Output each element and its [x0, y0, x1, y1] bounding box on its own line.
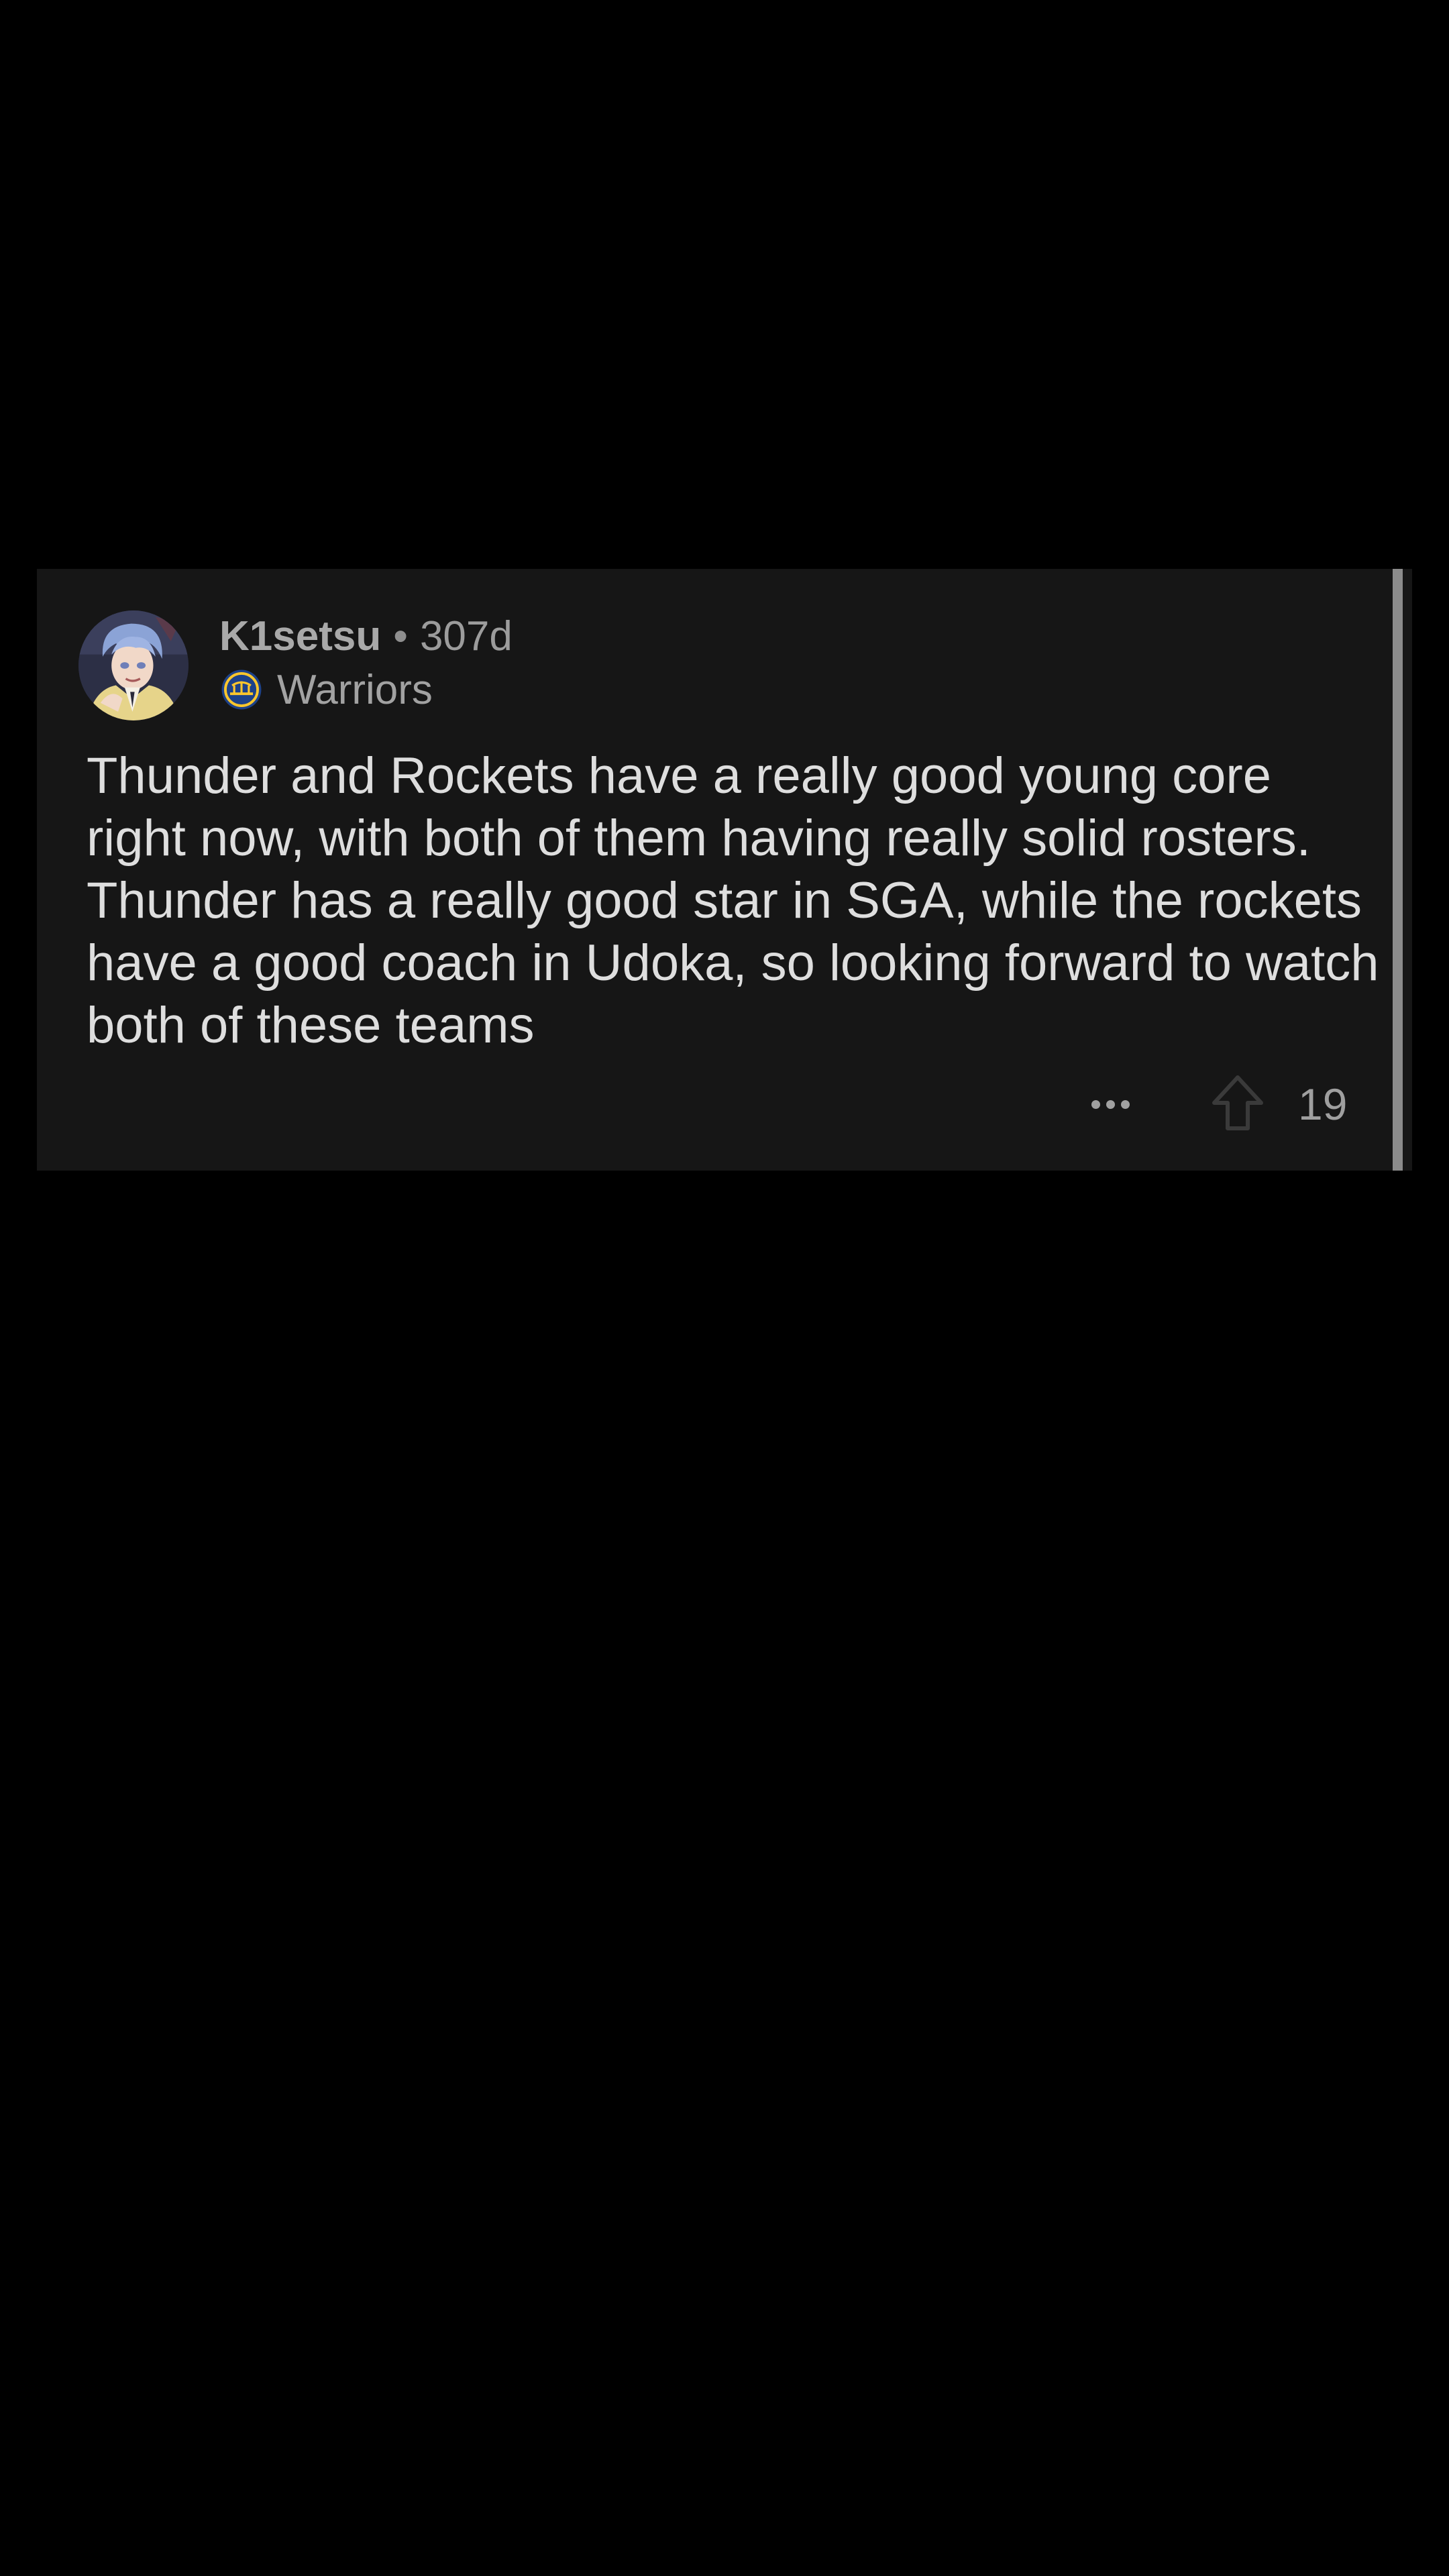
comment-age: 307d [419, 612, 513, 659]
meta-separator: • [393, 612, 408, 659]
vote-count: 19 [1298, 1079, 1348, 1129]
avatar-image [78, 610, 189, 720]
user-flair: Warriors [221, 663, 433, 716]
comment-header: K1setsu • 307d [219, 609, 513, 663]
more-options-icon[interactable] [1073, 1084, 1147, 1124]
thread-line[interactable] [1393, 569, 1403, 1171]
username[interactable]: K1setsu [219, 612, 381, 660]
avatar[interactable] [78, 610, 189, 720]
flair-label: Warriors [277, 666, 433, 713]
comment-body: Thunder and Rockets have a really good y… [87, 747, 1379, 1054]
upvote-arrow-icon[interactable] [1208, 1072, 1268, 1134]
comment-actions: 19 [37, 1071, 1379, 1138]
comment-card: K1setsu • 307d Warriors Thunder and Rock… [37, 569, 1412, 1171]
warriors-logo-icon [221, 669, 262, 710]
